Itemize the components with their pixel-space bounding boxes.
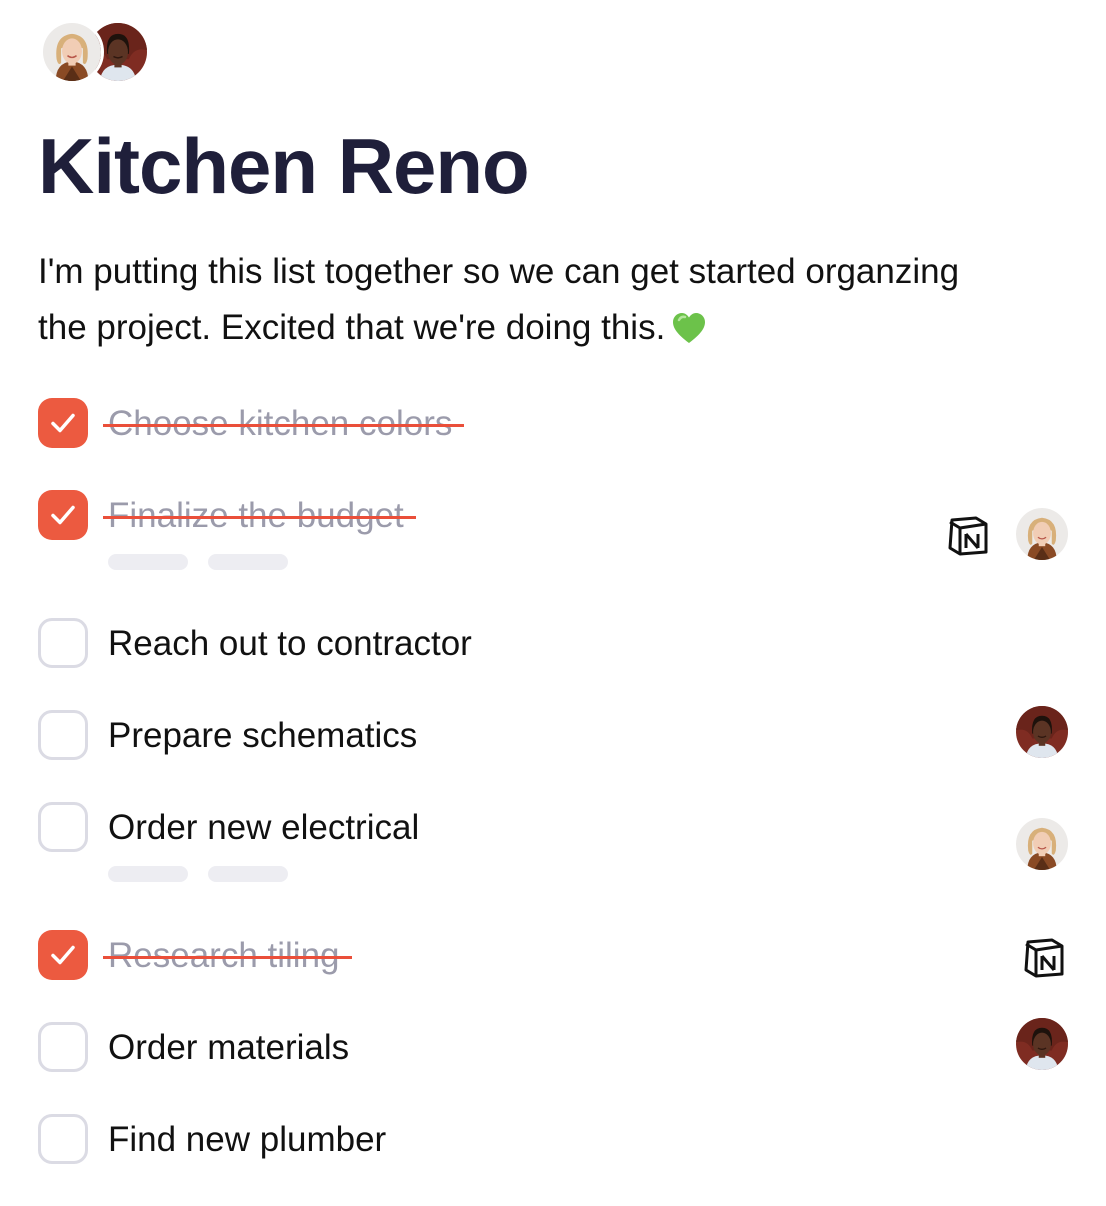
intro-text: I'm putting this list together so we can… (38, 252, 960, 347)
woman-blonde-avatar (1016, 508, 1068, 560)
woman-blonde-avatar (1016, 818, 1068, 870)
green-heart-icon (671, 306, 707, 362)
task-item: Finalize the budget (38, 488, 1070, 570)
placeholder-pill (208, 866, 288, 882)
task-label[interactable]: Reach out to contractor (108, 616, 472, 672)
woman-dark-hair-avatar (1016, 706, 1068, 758)
task-label[interactable]: Research tiling (103, 928, 351, 984)
placeholder-pill (108, 554, 188, 570)
task-item: Order new electrical (38, 800, 1070, 882)
checkmark-icon (51, 945, 75, 965)
task-checkbox[interactable] (38, 618, 88, 668)
notion-icon[interactable] (946, 512, 990, 556)
woman-blonde-avatar (43, 23, 101, 81)
task-label[interactable]: Choose kitchen colors (102, 396, 465, 452)
task-item: Reach out to contractor (38, 616, 1070, 676)
task-meta-placeholders (108, 866, 308, 882)
placeholder-pill (108, 866, 188, 882)
task-label[interactable]: Prepare schematics (108, 708, 417, 764)
task-item: Choose kitchen colors (38, 396, 1070, 456)
assignee-avatar[interactable] (1016, 508, 1068, 560)
task-label[interactable]: Finalize the budget (103, 488, 416, 544)
task-item: Order materials (38, 1020, 1070, 1080)
task-item: Find new plumber (38, 1112, 1070, 1172)
placeholder-pill (208, 554, 288, 570)
task-checkbox[interactable] (38, 1022, 88, 1072)
page-title: Kitchen Reno (38, 122, 530, 210)
task-label[interactable]: Order new electrical (108, 800, 419, 856)
task-checkbox-checked[interactable] (38, 490, 88, 540)
task-checkbox[interactable] (38, 802, 88, 852)
task-checkbox[interactable] (38, 1114, 88, 1164)
task-meta-placeholders (108, 554, 308, 570)
collaborator-avatar[interactable] (40, 20, 104, 84)
notion-logo-graphic (1022, 934, 1066, 978)
collaborators-avatar-stack[interactable] (40, 20, 160, 88)
task-item: Prepare schematics (38, 708, 1070, 768)
checkmark-icon (51, 413, 75, 433)
notion-icon[interactable] (1022, 934, 1066, 978)
task-label[interactable]: Order materials (108, 1020, 349, 1076)
checkmark-icon (51, 505, 75, 525)
task-checkbox-checked[interactable] (38, 398, 88, 448)
task-checkbox-checked[interactable] (38, 930, 88, 980)
page-intro: I'm putting this list together so we can… (38, 244, 998, 362)
notion-logo-graphic (946, 512, 990, 556)
woman-dark-hair-avatar (1016, 1018, 1068, 1070)
assignee-avatar[interactable] (1016, 818, 1068, 870)
assignee-avatar[interactable] (1016, 1018, 1068, 1070)
task-item: Research tiling (38, 928, 1070, 988)
task-label[interactable]: Find new plumber (108, 1112, 386, 1168)
assignee-avatar[interactable] (1016, 706, 1068, 758)
task-checkbox[interactable] (38, 710, 88, 760)
